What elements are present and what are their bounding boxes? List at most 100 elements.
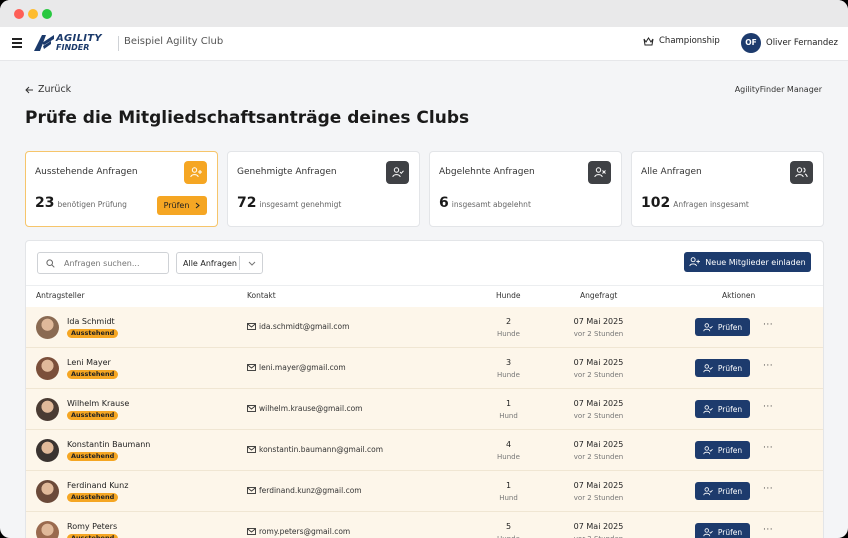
review-request-button[interactable]: Prüfen [695,359,750,377]
request-relative-time: vor 2 Stunden [573,412,624,420]
applicant-email[interactable]: ida.schmidt@gmail.com [247,322,349,331]
table-row[interactable]: Romy Peters Ausstehend romy.peters@gmail.c… [26,512,823,538]
close-window-button[interactable] [14,9,24,19]
applicant-avatar [36,439,59,462]
table-row[interactable]: Konstantin Baumann Ausstehend konstantin.b… [26,430,823,471]
applicant-name[interactable]: Wilhelm Krause [67,399,129,408]
dog-count-unit: Hunde [491,533,526,538]
dog-count-value: 1 [505,481,512,490]
review-request-button[interactable]: Prüfen [695,318,750,336]
maximize-window-button[interactable] [42,9,52,19]
applicant-avatar [36,398,59,421]
dog-count: 5 Hunde [491,520,526,538]
filter-separator [239,256,240,270]
minimize-window-button[interactable] [28,9,38,19]
header-dogs[interactable]: Hunde [496,291,521,300]
review-request-button[interactable]: Prüfen [695,523,750,538]
filter-value: Alle Anfragen [183,258,238,268]
applicant-name[interactable]: Romy Peters [67,522,117,531]
applicant-name[interactable]: Ida Schmidt [67,317,115,326]
mail-icon [247,446,256,453]
review-request-label: Prüfen [717,404,743,414]
card-rejected-requests[interactable]: Abgelehnte Anfragen 6 insgesamt abgelehnt [429,151,622,227]
card-count: 72 [237,195,257,211]
dog-count-unit: Hund [499,494,518,502]
dog-count: 2 Hunde [491,315,526,341]
more-options-icon[interactable]: ··· [763,525,773,535]
menu-icon[interactable] [12,38,22,48]
search-input[interactable] [62,257,166,269]
review-request-label: Prüfen [717,486,743,496]
review-request-button[interactable]: Prüfen [695,441,750,459]
user-x-icon [588,161,611,184]
search-icon [46,258,55,268]
email-text: ida.schmidt@gmail.com [259,322,350,331]
agility-finder-logo[interactable]: AGILITY FINDER [34,33,102,53]
dog-count: 1 Hund [491,479,526,505]
more-options-icon[interactable]: ··· [763,320,773,330]
header-contact[interactable]: Kontakt [247,291,276,300]
applicant-name[interactable]: Konstantin Baumann [67,440,150,449]
applicant-email[interactable]: ferdinand.kunz@gmail.com [247,486,362,495]
request-date: 07 Mai 2025 vor 2 Stunden [566,315,631,341]
mail-icon [247,323,256,330]
status-filter-select[interactable]: Alle Anfragen [176,252,263,274]
applicant-email[interactable]: konstantin.baumann@gmail.com [247,445,383,454]
review-request-label: Prüfen [717,322,743,332]
title-bar [0,0,848,28]
applicant-avatar [36,480,59,503]
status-badge: Ausstehend [67,370,119,379]
review-request-button[interactable]: Prüfen [695,482,750,500]
request-relative-time: vor 2 Stunden [573,453,624,461]
dog-count-value: 3 [505,358,512,367]
invite-members-button[interactable]: Neue Mitglieder einladen [684,252,811,272]
user-check-icon [703,404,713,413]
header-requested[interactable]: Angefragt [580,291,617,300]
card-pending-requests[interactable]: Ausstehende Anfragen 23 benötigen Prüfung… [25,151,218,227]
table-row[interactable]: Wilhelm Krause Ausstehend wilhelm.krause@g… [26,389,823,430]
review-request-label: Prüfen [717,445,743,455]
back-label: Zurück [38,84,72,95]
table-row[interactable]: Ferdinand Kunz Ausstehend ferdinand.kunz@g… [26,471,823,512]
review-request-label: Prüfen [717,363,743,373]
manager-label: AgilityFinder Manager [734,85,822,94]
mail-icon [247,528,256,535]
user-plus-icon [689,257,701,267]
card-subtitle: benötigen Prüfung [57,200,127,209]
card-count: 23 [35,195,55,211]
more-options-icon[interactable]: ··· [763,361,773,371]
user-name[interactable]: Oliver Fernandez [766,38,838,48]
review-request-button[interactable]: Prüfen [695,400,750,418]
table-row[interactable]: Leni Mayer Ausstehend leni.mayer@gmail.com… [26,348,823,389]
more-options-icon[interactable]: ··· [763,484,773,494]
request-date: 07 Mai 2025 vor 2 Stunden [566,479,631,505]
request-date: 07 Mai 2025 vor 2 Stunden [566,356,631,382]
request-relative-time: vor 2 Stunden [573,371,624,379]
search-box[interactable] [37,252,169,274]
page-title: Prüfe die Mitgliedschaftsanträge deines … [25,108,470,128]
applicant-name[interactable]: Ferdinand Kunz [67,481,128,490]
card-all-requests[interactable]: Alle Anfragen 102 Anfragen insgesamt [631,151,824,227]
applicant-email[interactable]: wilhelm.krause@gmail.com [247,404,362,413]
dog-count-unit: Hunde [497,371,520,379]
header-applicant[interactable]: Antragsteller [36,291,85,300]
email-text: konstantin.baumann@gmail.com [259,445,384,454]
applicant-email[interactable]: romy.peters@gmail.com [247,527,350,536]
review-pending-button[interactable]: Prüfen [157,196,207,215]
user-avatar[interactable]: OF [741,33,761,53]
request-relative-time: vor 2 Stunden [573,494,624,502]
club-name: Beispiel Agility Club [124,36,224,47]
applicant-name[interactable]: Leni Mayer [67,358,111,367]
app-window: AGILITY FINDER Beispiel Agility Club Cha… [0,0,848,538]
back-link[interactable]: Zurück [25,84,71,95]
table-row[interactable]: Ida Schmidt Ausstehend ida.schmidt@gmail.c… [26,307,823,348]
logo-text-line2: FINDER [56,42,90,52]
card-approved-requests[interactable]: Genehmigte Anfragen 72 insgesamt genehmig… [227,151,420,227]
more-options-icon[interactable]: ··· [763,443,773,453]
request-date-value: 07 Mai 2025 [573,317,624,326]
dog-count-value: 4 [505,440,512,449]
more-options-icon[interactable]: ··· [763,402,773,412]
request-date-value: 07 Mai 2025 [573,358,624,367]
championship-link[interactable]: Championship [643,36,720,46]
applicant-email[interactable]: leni.mayer@gmail.com [247,363,346,372]
